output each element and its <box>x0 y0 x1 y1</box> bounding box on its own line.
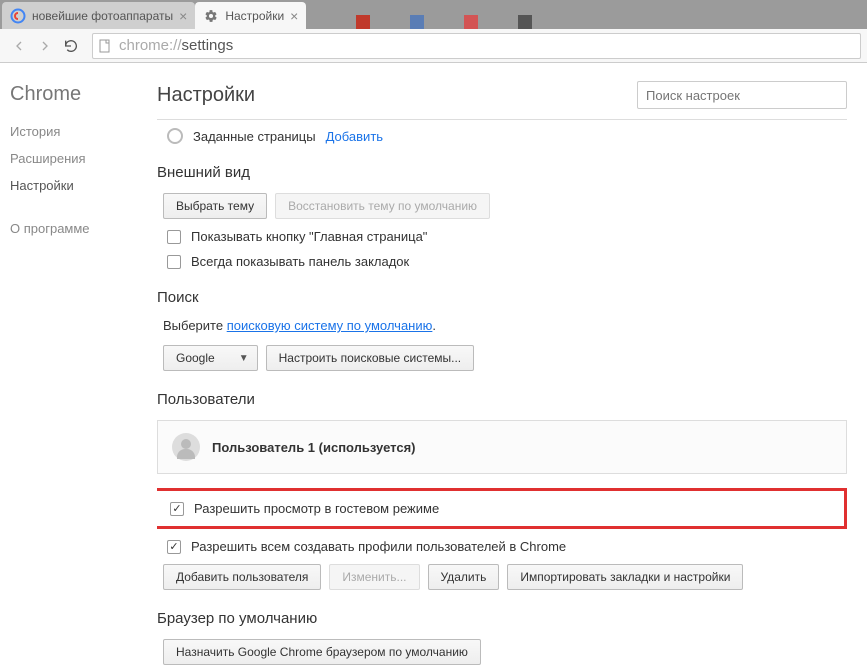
section-title-default-browser: Браузер по умолчанию <box>157 610 847 627</box>
radio-unchecked-icon[interactable] <box>167 128 183 144</box>
forward-button[interactable] <box>32 33 58 59</box>
back-button[interactable] <box>6 33 32 59</box>
google-favicon <box>10 8 26 24</box>
reset-theme-button: Восстановить тему по умолчанию <box>275 193 490 219</box>
bg-tab[interactable] <box>356 15 370 29</box>
settings-sidebar: Chrome История Расширения Настройки О пр… <box>0 63 157 672</box>
tab-title: Настройки <box>225 9 284 23</box>
section-title-search: Поиск <box>157 289 847 306</box>
browser-tabstrip: новейшие фотоаппараты × Настройки × <box>0 0 867 29</box>
sidebar-item-settings[interactable]: Настройки <box>10 178 157 193</box>
checkbox-guest-mode[interactable]: ✓ <box>170 502 184 516</box>
add-pages-link[interactable]: Добавить <box>326 129 383 144</box>
search-input[interactable] <box>637 81 847 109</box>
manage-search-button[interactable]: Настроить поисковые системы... <box>266 345 475 371</box>
user-name: Пользователь 1 (используется) <box>212 440 416 455</box>
current-user-card: Пользователь 1 (используется) <box>157 420 847 474</box>
set-default-browser-button[interactable]: Назначить Google Chrome браузером по умо… <box>163 639 481 665</box>
startup-option-row: Заданные страницы Добавить <box>167 128 847 144</box>
bg-tab[interactable] <box>410 15 424 29</box>
browser-tab-inactive[interactable]: новейшие фотоаппараты × <box>2 2 195 29</box>
highlight-annotation: ✓ Разрешить просмотр в гостевом режиме <box>157 488 847 529</box>
avatar <box>172 433 200 461</box>
add-user-button[interactable]: Добавить пользователя <box>163 564 321 590</box>
section-title-appearance: Внешний вид <box>157 164 847 181</box>
close-icon[interactable]: × <box>179 8 187 24</box>
checkbox-label: Разрешить всем создавать профили пользов… <box>191 539 566 554</box>
delete-user-button[interactable]: Удалить <box>428 564 500 590</box>
gear-icon <box>203 8 219 24</box>
default-search-link[interactable]: поисковую систему по умолчанию <box>227 318 433 333</box>
sidebar-item-extensions[interactable]: Расширения <box>10 151 157 166</box>
select-value: Google <box>176 351 215 365</box>
bg-tab[interactable] <box>464 15 478 29</box>
page-icon <box>99 39 113 53</box>
tab-title: новейшие фотоаппараты <box>32 9 173 23</box>
startup-label: Заданные страницы <box>193 129 316 144</box>
section-title-users: Пользователи <box>157 391 847 408</box>
edit-user-button: Изменить... <box>329 564 419 590</box>
address-bar[interactable]: chrome://settings <box>92 33 861 59</box>
search-engine-select[interactable]: Google ▼ <box>163 345 258 371</box>
browser-tab-active[interactable]: Настройки × <box>195 2 306 29</box>
browser-toolbar: chrome://settings <box>0 29 867 63</box>
choose-theme-button[interactable]: Выбрать тему <box>163 193 267 219</box>
page-title: Настройки <box>157 84 255 107</box>
import-button[interactable]: Импортировать закладки и настройки <box>507 564 743 590</box>
chevron-down-icon: ▼ <box>239 353 249 364</box>
background-tabs <box>306 15 867 29</box>
checkbox-show-home[interactable] <box>167 230 181 244</box>
close-icon[interactable]: × <box>290 8 298 24</box>
settings-content: Настройки Заданные страницы Добавить Вне… <box>157 63 867 672</box>
checkbox-show-bookmarks[interactable] <box>167 255 181 269</box>
checkbox-label: Всегда показывать панель закладок <box>191 254 409 269</box>
url-path: settings <box>182 37 234 54</box>
sidebar-item-about[interactable]: О программе <box>10 221 157 236</box>
sidebar-item-history[interactable]: История <box>10 124 157 139</box>
search-choose-text: Выберите <box>163 318 227 333</box>
url-scheme: chrome:// <box>119 37 182 54</box>
checkbox-label: Показывать кнопку "Главная страница" <box>191 229 427 244</box>
checkbox-label: Разрешить просмотр в гостевом режиме <box>194 501 439 516</box>
checkbox-allow-create[interactable]: ✓ <box>167 540 181 554</box>
bg-tab[interactable] <box>518 15 532 29</box>
reload-button[interactable] <box>58 33 84 59</box>
sidebar-brand: Chrome <box>10 83 157 106</box>
